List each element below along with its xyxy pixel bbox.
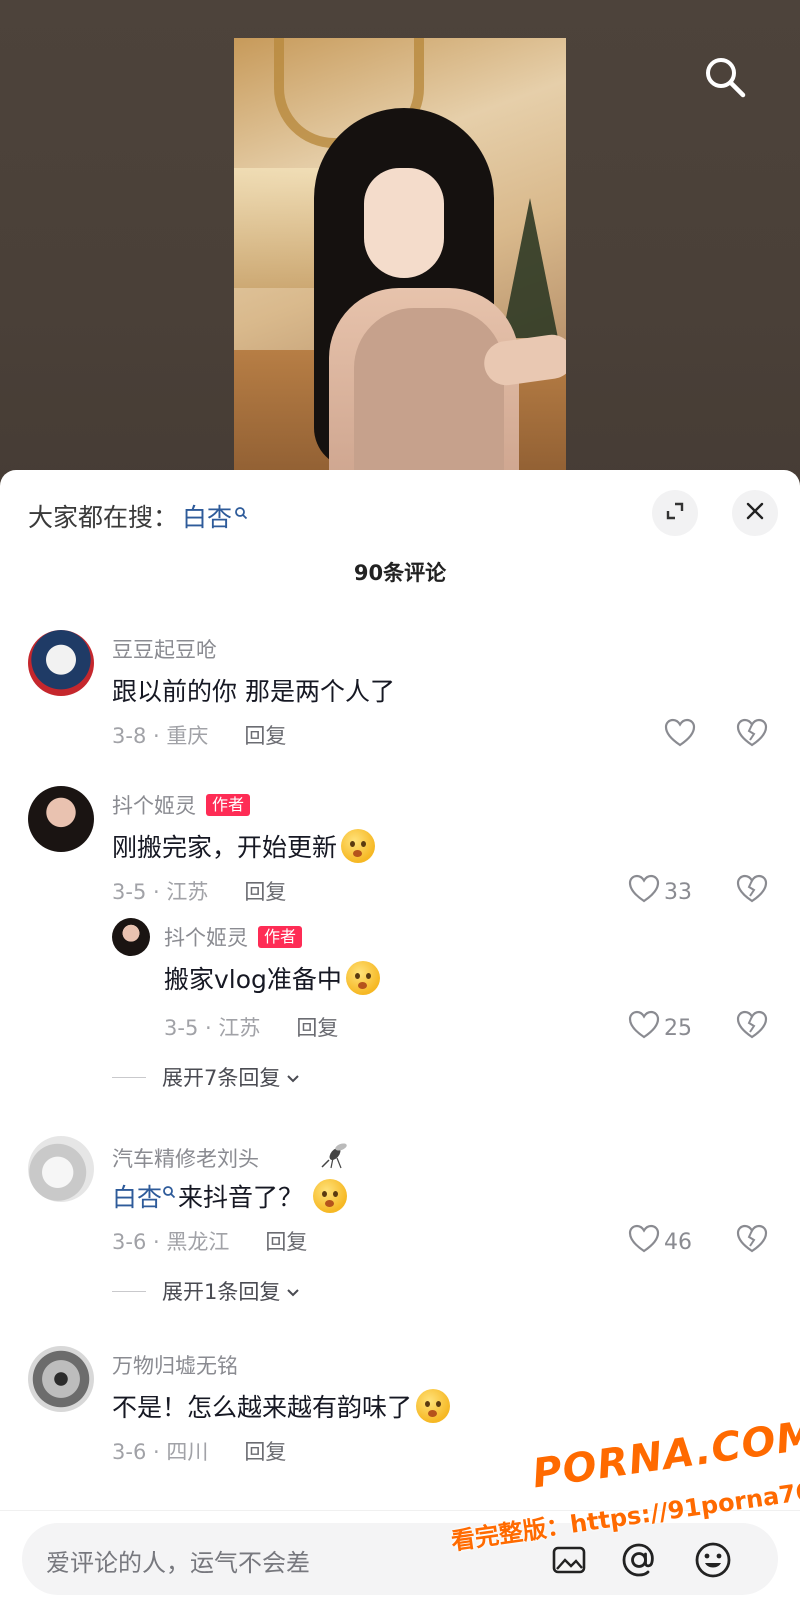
image-icon[interactable] [548, 1539, 590, 1581]
video-scene-tree [502, 198, 558, 338]
avatar[interactable] [28, 1136, 94, 1202]
comment-meta: 3-8 · 重庆 回复 [112, 720, 286, 750]
comment-item: 万物归墟无铭 不是！怎么越来越有韵味了 3-6 · 四川 回复 [0, 1346, 800, 1476]
reply-button[interactable]: 回复 [265, 1226, 307, 1256]
comment-count: 90条评论 [353, 561, 447, 585]
chevron-down-icon [286, 1279, 300, 1303]
expand-replies-label: 展开7条回复 [162, 1066, 281, 1090]
chevron-down-icon [286, 1065, 300, 1089]
comment-date-location: 3-6 · 黑龙江 [112, 1230, 230, 1254]
dislike-button[interactable] [736, 1224, 768, 1258]
reply-button[interactable]: 回复 [244, 1436, 286, 1466]
at-icon[interactable] [618, 1539, 660, 1581]
close-icon [744, 500, 766, 526]
comment-meta: 3-6 · 黑龙江 回复 [112, 1226, 307, 1256]
thinking-emoji-icon [341, 829, 376, 863]
comment-date-location: 3-5 · 江苏 [112, 880, 209, 904]
like-count: 33 [664, 879, 692, 905]
expand-icon [664, 500, 686, 526]
dislike-button[interactable] [736, 1010, 768, 1044]
small-search-icon [162, 1176, 176, 1205]
reply-button[interactable]: 回复 [244, 876, 286, 906]
comment-text-content: 刚搬完家，开始更新 [112, 833, 338, 862]
comment-text: 白杏 来抖音了？ [112, 1176, 348, 1214]
keyword-link[interactable]: 白杏 [112, 1178, 162, 1214]
reply-text: 搬家vlog准备中 [164, 960, 380, 996]
dislike-icon [736, 1010, 768, 1044]
comment-date-location: 3-8 · 重庆 [112, 724, 209, 748]
hot-search-label: 大家都在搜： [28, 503, 179, 532]
emoji-icon[interactable] [692, 1539, 734, 1581]
comment-input[interactable]: 爱评论的人，运气不会差 [22, 1523, 778, 1595]
reply-meta: 3-5 · 江苏 回复 [164, 1012, 338, 1042]
comment-text-content: 来抖音了？ [178, 1183, 304, 1212]
divider [112, 1290, 146, 1292]
like-button[interactable] [664, 718, 696, 754]
avatar[interactable] [28, 630, 94, 696]
expand-replies-label: 展开1条回复 [162, 1280, 281, 1304]
thinking-emoji-icon [345, 961, 380, 995]
comment-username-text: 抖个姬灵 [112, 794, 196, 818]
heart-icon [628, 1224, 660, 1260]
reply-button[interactable]: 回复 [244, 720, 286, 750]
reply-text-content: 搬家vlog准备中 [164, 965, 342, 994]
search-icon[interactable] [700, 52, 750, 102]
avatar[interactable] [28, 786, 94, 852]
expand-replies-button[interactable]: 展开1条回复 [112, 1276, 300, 1306]
comment-text: 刚搬完家，开始更新 [112, 828, 376, 864]
like-count: 25 [664, 1015, 692, 1041]
comment-username-text: 汽车精修老刘头 [112, 1146, 259, 1171]
mosquito-icon [319, 1140, 349, 1175]
dislike-icon [736, 1224, 768, 1258]
like-button[interactable]: 46 [628, 1224, 692, 1260]
reply-avatar[interactable] [112, 918, 150, 956]
reply-button[interactable]: 回复 [296, 1012, 338, 1042]
expand-replies-button[interactable]: 展开7条回复 [112, 1062, 300, 1092]
surprised-emoji-icon [313, 1179, 348, 1213]
comment-username[interactable]: 万物归墟无铭 [112, 1350, 238, 1380]
avatar[interactable] [28, 1346, 94, 1412]
video-person-face [364, 168, 444, 278]
comment-sheet: 大家都在搜： 白杏 90条评论 豆豆起豆呛 跟以前的你 那是两个人了 3-8 ·… [0, 470, 800, 1615]
comment-username[interactable]: 汽车精修老刘头 [112, 1140, 349, 1175]
dislike-icon [736, 874, 768, 908]
comment-meta: 3-5 · 江苏 回复 [112, 876, 286, 906]
like-count: 46 [664, 1229, 692, 1255]
surprised-emoji-icon [416, 1389, 451, 1423]
dislike-icon [736, 718, 768, 752]
reply-username-text: 抖个姬灵 [164, 926, 248, 950]
comment-input-bar: 爱评论的人，运气不会差 [0, 1510, 800, 1615]
comment-input-placeholder: 爱评论的人，运气不会差 [46, 1549, 310, 1577]
comment-meta: 3-6 · 四川 回复 [112, 1436, 286, 1466]
heart-icon [628, 874, 660, 910]
heart-icon [628, 1010, 660, 1046]
comment-item: 豆豆起豆呛 跟以前的你 那是两个人了 3-8 · 重庆 回复 [0, 630, 800, 760]
reply-date-location: 3-5 · 江苏 [164, 1016, 261, 1040]
comment-date-location: 3-6 · 四川 [112, 1440, 209, 1464]
dislike-button[interactable] [736, 874, 768, 908]
author-badge: 作者 [206, 794, 251, 816]
hot-search-keyword[interactable]: 白杏 [182, 498, 232, 534]
comment-item: 汽车精修老刘头 白杏 来抖音了？ 3-6 · 黑龙江 回复 46 展开1条回复 [0, 1136, 800, 1316]
like-button[interactable]: 25 [628, 1010, 692, 1046]
like-button[interactable]: 33 [628, 874, 692, 910]
expand-button[interactable] [652, 490, 698, 536]
small-search-icon [234, 497, 248, 526]
comment-text: 跟以前的你 那是两个人了 [112, 677, 395, 706]
author-badge: 作者 [258, 926, 303, 948]
comment-username[interactable]: 抖个姬灵 作者 [112, 790, 251, 820]
divider [112, 1076, 146, 1078]
comment-username[interactable]: 豆豆起豆呛 [112, 634, 217, 664]
heart-icon [664, 718, 696, 754]
reply-username[interactable]: 抖个姬灵 作者 [164, 922, 303, 952]
comment-text-content: 不是！怎么越来越有韵味了 [112, 1393, 413, 1422]
video-player[interactable] [234, 38, 566, 500]
close-button[interactable] [732, 490, 778, 536]
hot-search-bar[interactable]: 大家都在搜： 白杏 [28, 498, 248, 534]
comment-item: 抖个姬灵 作者 刚搬完家，开始更新 3-5 · 江苏 回复 33 抖个姬灵 作者… [0, 786, 800, 1106]
comment-text: 不是！怎么越来越有韵味了 [112, 1388, 451, 1424]
dislike-button[interactable] [736, 718, 768, 752]
